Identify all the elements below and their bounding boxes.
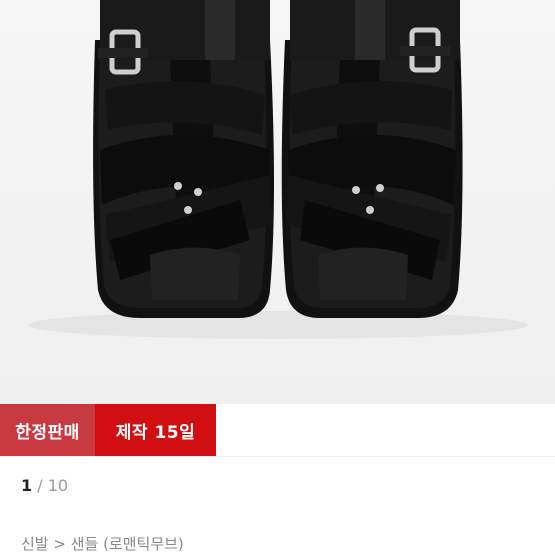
limited-sale-badge: 한정판매 [0, 404, 95, 456]
pager-total: 10 [47, 476, 69, 495]
divider [0, 456, 555, 457]
black-fisherman-sandal-photo-icon [0, 0, 555, 404]
category-breadcrumb[interactable]: 신발 > 샌들 (로맨틱무브) [21, 533, 184, 554]
production-time-badge: 제작 15일 [95, 404, 216, 456]
badge-row: 한정판매 제작 15일 [0, 404, 216, 456]
product-image[interactable] [0, 0, 555, 404]
left-sandal [93, 0, 274, 318]
right-sandal [281, 0, 463, 318]
pager-separator: / [32, 476, 48, 495]
pager-current: 1 [21, 476, 33, 495]
image-pager: 1 / 10 [21, 476, 68, 495]
